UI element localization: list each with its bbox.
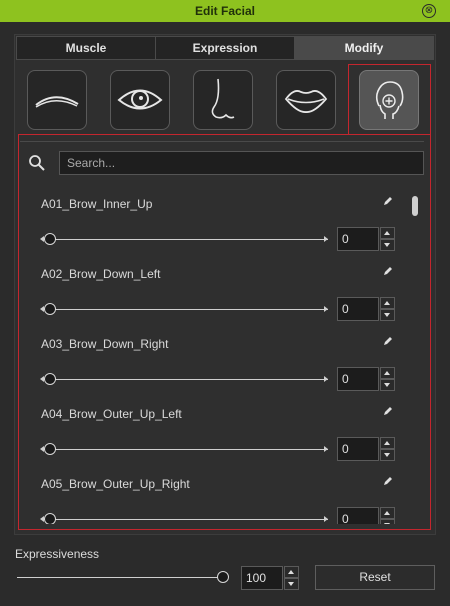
morph-label: A01_Brow_Inner_Up bbox=[41, 197, 153, 211]
slider-knob[interactable] bbox=[44, 443, 56, 455]
divider bbox=[20, 141, 424, 142]
tab-expression[interactable]: Expression bbox=[155, 36, 294, 60]
spin-down-button[interactable] bbox=[284, 578, 299, 590]
pencil-icon[interactable] bbox=[383, 476, 393, 486]
spin-down-button[interactable] bbox=[380, 519, 395, 524]
spin-up-button[interactable] bbox=[380, 297, 395, 309]
tab-modify[interactable]: Modify bbox=[294, 36, 434, 60]
slider-track[interactable] bbox=[44, 449, 328, 450]
nose-icon bbox=[211, 78, 235, 119]
list-item: A01_Brow_Inner_Up 0 bbox=[20, 186, 408, 256]
spin-down-button[interactable] bbox=[380, 379, 395, 391]
lips-icon bbox=[284, 90, 328, 113]
morph-list: A01_Brow_Inner_Up 0 A02_Brow_Down_Left 0… bbox=[20, 186, 408, 524]
nose-button[interactable] bbox=[193, 70, 253, 130]
list-item: A05_Brow_Outer_Up_Right 0 bbox=[20, 466, 408, 524]
morph-label: A03_Brow_Down_Right bbox=[41, 337, 169, 351]
value-field[interactable]: 0 bbox=[337, 297, 379, 321]
expressiveness-slider-knob[interactable] bbox=[217, 571, 229, 583]
slider-track[interactable] bbox=[44, 379, 328, 380]
slider-knob[interactable] bbox=[44, 303, 56, 315]
morph-label: A04_Brow_Outer_Up_Left bbox=[41, 407, 182, 421]
spin-up-button[interactable] bbox=[380, 437, 395, 449]
tab-muscle[interactable]: Muscle bbox=[16, 36, 155, 60]
spin-up-button[interactable] bbox=[380, 227, 395, 239]
spin-down-button[interactable] bbox=[380, 239, 395, 251]
slider-right-arrow bbox=[324, 446, 328, 452]
window-title: Edit Facial bbox=[194, 4, 256, 18]
slider-track[interactable] bbox=[44, 239, 328, 240]
search-input[interactable]: Search... bbox=[59, 151, 424, 175]
expressiveness-stepper: 100 bbox=[241, 566, 299, 590]
reset-button[interactable]: Reset bbox=[315, 565, 435, 590]
close-icon[interactable]: ⊗ bbox=[422, 4, 436, 18]
eye-button[interactable] bbox=[110, 70, 170, 130]
pencil-icon[interactable] bbox=[383, 336, 393, 346]
expressiveness-slider-track[interactable] bbox=[17, 577, 223, 578]
morph-label: A02_Brow_Down_Left bbox=[41, 267, 161, 281]
list-item: A03_Brow_Down_Right 0 bbox=[20, 326, 408, 396]
value-field[interactable]: 0 bbox=[337, 507, 379, 524]
head-add-icon bbox=[375, 81, 404, 119]
expressiveness-label: Expressiveness bbox=[15, 547, 100, 561]
slider-knob[interactable] bbox=[44, 233, 56, 245]
slider-right-arrow bbox=[324, 516, 328, 522]
eyebrow-icon bbox=[35, 96, 79, 108]
slider-right-arrow bbox=[324, 236, 328, 242]
slider-knob[interactable] bbox=[44, 513, 56, 524]
spin-down-button[interactable] bbox=[380, 309, 395, 321]
pencil-icon[interactable] bbox=[383, 266, 393, 276]
title-bar: Edit Facial ⊗ bbox=[0, 0, 450, 22]
lips-button[interactable] bbox=[276, 70, 336, 130]
value-stepper: 0 bbox=[337, 227, 395, 251]
search-icon bbox=[29, 155, 45, 171]
eye-icon bbox=[117, 89, 163, 110]
spin-up-button[interactable] bbox=[284, 566, 299, 578]
scrollbar-thumb[interactable] bbox=[412, 196, 418, 216]
value-stepper: 0 bbox=[337, 297, 395, 321]
slider-track[interactable] bbox=[44, 519, 328, 520]
value-field[interactable]: 0 bbox=[337, 227, 379, 251]
pencil-icon[interactable] bbox=[383, 406, 393, 416]
expressiveness-value-field[interactable]: 100 bbox=[241, 566, 283, 590]
pencil-icon[interactable] bbox=[383, 196, 393, 206]
eyebrow-button[interactable] bbox=[27, 70, 87, 130]
slider-track[interactable] bbox=[44, 309, 328, 310]
spin-down-button[interactable] bbox=[380, 449, 395, 461]
spin-up-button[interactable] bbox=[380, 507, 395, 519]
value-field[interactable]: 0 bbox=[337, 437, 379, 461]
slider-right-arrow bbox=[324, 376, 328, 382]
morph-label: A05_Brow_Outer_Up_Right bbox=[41, 477, 190, 491]
spin-up-button[interactable] bbox=[380, 367, 395, 379]
head-custom-button[interactable] bbox=[359, 70, 419, 130]
value-stepper: 0 bbox=[337, 507, 395, 524]
value-stepper: 0 bbox=[337, 437, 395, 461]
tab-bar: Muscle Expression Modify bbox=[16, 36, 434, 60]
slider-knob[interactable] bbox=[44, 373, 56, 385]
list-item: A04_Brow_Outer_Up_Left 0 bbox=[20, 396, 408, 466]
slider-right-arrow bbox=[324, 306, 328, 312]
value-field[interactable]: 0 bbox=[337, 367, 379, 391]
list-item: A02_Brow_Down_Left 0 bbox=[20, 256, 408, 326]
value-stepper: 0 bbox=[337, 367, 395, 391]
